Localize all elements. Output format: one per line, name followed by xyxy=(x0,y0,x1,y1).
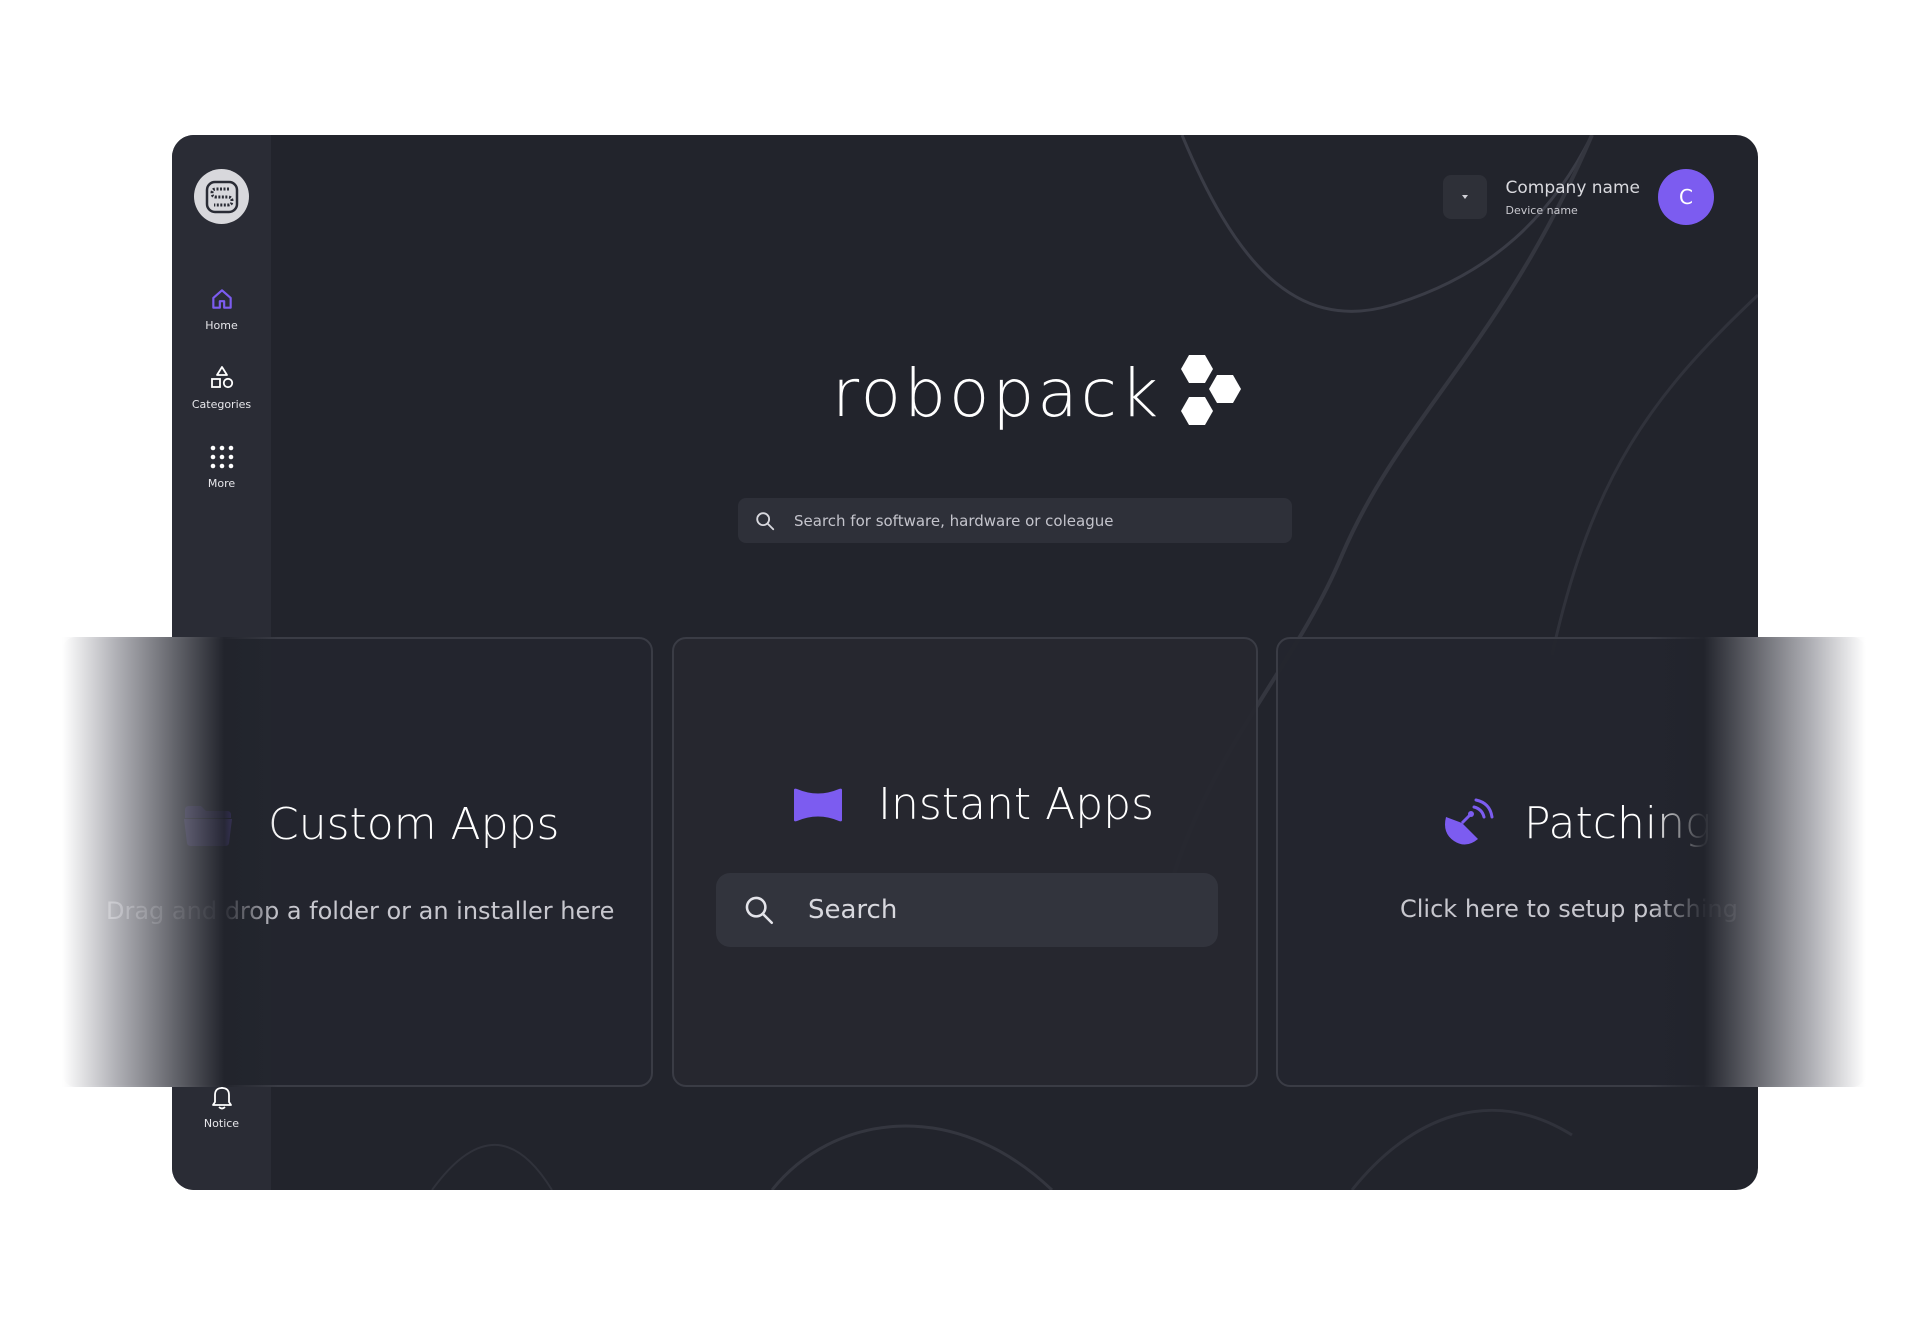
account-area: Company name Device name C xyxy=(1442,169,1714,225)
bell-icon xyxy=(208,1083,236,1111)
search-input[interactable] xyxy=(792,510,1292,531)
sidebar-item-label: Notice xyxy=(203,1117,240,1130)
home-icon xyxy=(208,285,236,313)
grid-dots-icon xyxy=(208,443,236,471)
card-subtitle: Click here to setup patching xyxy=(1400,895,1738,923)
device-name: Device name xyxy=(1505,203,1578,217)
card-subtitle: Drag and drop a folder or an installer h… xyxy=(106,897,615,925)
main-search-bar[interactable] xyxy=(738,498,1292,543)
bowtie-icon xyxy=(794,788,842,821)
brand-logo: robopack xyxy=(832,353,1247,433)
sidebar-item-home[interactable]: Home xyxy=(172,285,271,349)
card-heading: Instant Apps xyxy=(792,779,1154,830)
sidebar-item-categories[interactable]: Categories xyxy=(172,364,271,428)
avatar[interactable]: C xyxy=(1658,169,1714,225)
hexagon-cluster-icon xyxy=(1181,355,1242,425)
card-title: Instant Apps xyxy=(878,779,1155,830)
chevron-down-icon xyxy=(1461,195,1468,199)
company-name: Company name xyxy=(1505,177,1641,198)
patching-card[interactable]: Patching Click here to setup patching xyxy=(1276,637,1866,1087)
instant-apps-search-input[interactable] xyxy=(806,894,1218,926)
feature-cards: Custom Apps Drag and drop a folder or an… xyxy=(62,637,1866,1087)
card-title: Patching xyxy=(1524,797,1712,849)
shapes-icon xyxy=(208,364,236,392)
sidebar-item-label: Categories xyxy=(191,398,252,411)
search-icon xyxy=(756,511,775,530)
card-heading: Patching xyxy=(1440,797,1711,849)
logo-s-icon xyxy=(205,180,238,213)
card-heading: Custom Apps xyxy=(182,799,559,850)
app-logo[interactable] xyxy=(194,169,249,224)
account-dropdown-button[interactable] xyxy=(1442,175,1487,219)
sidebar-item-notice[interactable]: Notice xyxy=(172,1083,271,1147)
sidebar-item-label: Home xyxy=(205,319,238,332)
instant-apps-search-bar[interactable] xyxy=(716,873,1218,947)
sidebar-item-label: More xyxy=(207,477,236,490)
account-info: Company name Device name xyxy=(1506,178,1641,217)
instant-apps-card[interactable]: Instant Apps xyxy=(672,637,1258,1087)
folder-icon xyxy=(184,805,232,846)
satellite-dish-icon xyxy=(1445,798,1494,845)
card-title: Custom Apps xyxy=(268,799,560,850)
custom-apps-card[interactable]: Custom Apps Drag and drop a folder or an… xyxy=(62,637,653,1087)
brand-wordmark: robopack xyxy=(832,354,1162,432)
search-icon xyxy=(745,896,774,925)
sidebar-item-more[interactable]: More xyxy=(172,443,271,507)
